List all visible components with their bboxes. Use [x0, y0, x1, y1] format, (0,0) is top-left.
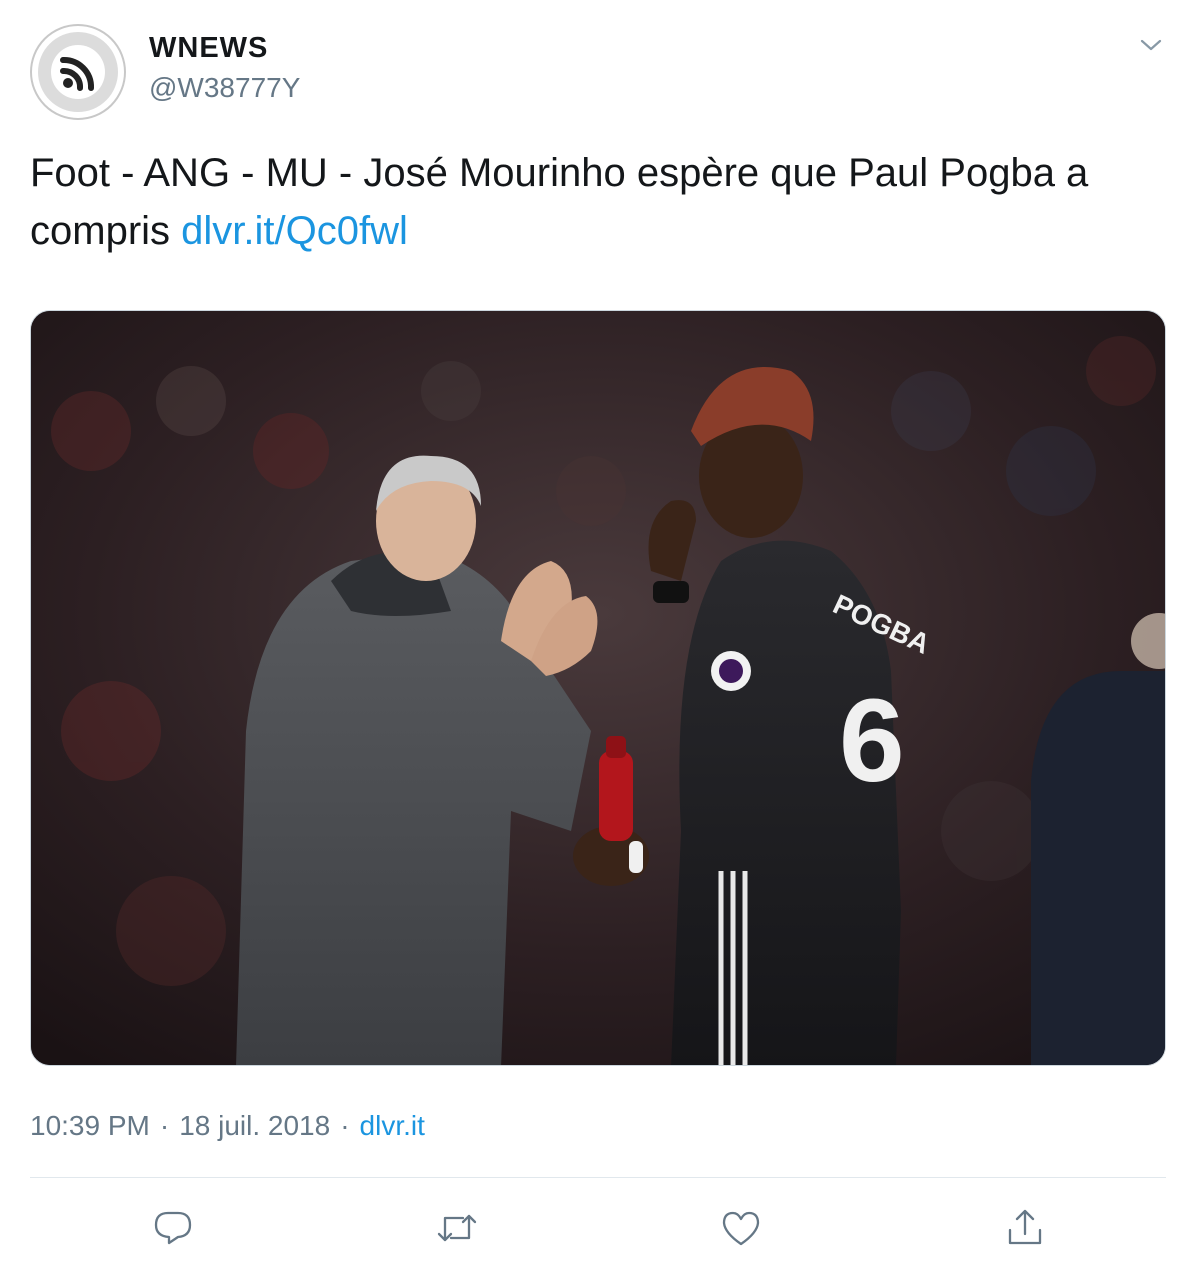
display-name[interactable]: WNEWS: [149, 32, 268, 65]
retweet-button[interactable]: [432, 1200, 482, 1256]
avatar[interactable]: [30, 24, 126, 120]
meta-separator: ·: [340, 1110, 350, 1141]
more-options-button[interactable]: [1136, 30, 1166, 60]
jersey-number: 6: [839, 675, 905, 807]
share-button[interactable]: [1000, 1200, 1050, 1256]
tweet-meta: 10:39 PM · 18 juil. 2018 · dlvr.it: [30, 1110, 425, 1142]
share-icon: [1008, 1209, 1042, 1245]
avatar-image: [38, 32, 118, 112]
tweet-source[interactable]: dlvr.it: [360, 1110, 425, 1141]
heart-icon: [722, 1211, 760, 1246]
tweet-photo[interactable]: POGBA 6: [30, 310, 1166, 1066]
tweet-text: Foot - ANG - MU - José Mourinho espère q…: [30, 144, 1170, 260]
tweet-time[interactable]: 10:39 PM: [30, 1110, 150, 1141]
user-handle[interactable]: @W38777Y: [149, 72, 300, 104]
retweet-icon: [437, 1214, 477, 1242]
like-button[interactable]: [716, 1200, 766, 1256]
reply-icon: [154, 1211, 192, 1245]
action-bar: [0, 1200, 1196, 1260]
tweet-link[interactable]: dlvr.it/Qc0fwl: [181, 209, 408, 253]
divider: [30, 1177, 1166, 1178]
photo-illustration: POGBA 6: [31, 311, 1165, 1065]
rss-icon: [51, 45, 105, 99]
chevron-down-icon: [1140, 39, 1162, 51]
tweet-date[interactable]: 18 juil. 2018: [179, 1110, 330, 1141]
reply-button[interactable]: [148, 1200, 198, 1256]
meta-separator: ·: [159, 1110, 170, 1141]
